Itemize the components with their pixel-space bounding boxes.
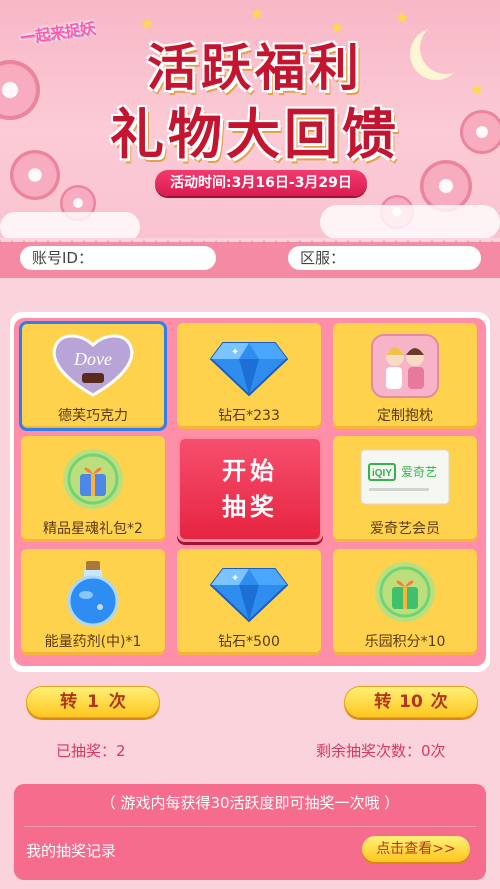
prize-label: 能量药剂(中)*1	[44, 634, 142, 650]
start-draw-line2: 抽奖	[222, 493, 278, 521]
chocolate-icon: Dove	[52, 334, 134, 397]
draw-count: 10	[399, 692, 423, 712]
gift-orb-icon	[63, 449, 123, 509]
draw-records-label: 我的抽奖记录	[26, 842, 117, 860]
draw-once-button[interactable]: 转 1 次	[26, 686, 160, 718]
prize-label: 定制抱枕	[377, 408, 433, 424]
prize-label: 爱奇艺会员	[370, 521, 440, 537]
prize-label: 德芙巧克力	[58, 408, 128, 424]
server-label: 区服：	[300, 249, 346, 267]
draw-ten-button[interactable]: 转 10 次	[344, 686, 478, 718]
prize-cell-diamond-233[interactable]: ✦ 钻石*233	[177, 323, 321, 429]
prize-cell-energy-potion[interactable]: 能量药剂(中)*1	[21, 549, 165, 655]
draw-suffix: 次	[108, 692, 126, 712]
header-banner: ★ ★ ★ ★ ★ 一起来捉妖 活跃福利 礼物大回馈 活动时间:3月16日-3月…	[0, 0, 500, 238]
account-id-label: 账号ID：	[32, 249, 93, 267]
server-field[interactable]: 区服：	[288, 246, 481, 270]
prize-cell-park-points[interactable]: 乐园积分*10	[333, 549, 477, 655]
divider	[24, 826, 476, 827]
draw-suffix: 次	[430, 692, 448, 712]
svg-text:爱奇艺: 爱奇艺	[401, 465, 437, 479]
diamond-icon: ✦	[209, 568, 289, 623]
prize-cell-iqiyi[interactable]: iQIY 爱奇艺 爱奇艺会员	[333, 436, 477, 542]
iqiyi-card-icon: iQIY 爱奇艺	[360, 449, 450, 505]
prize-label: 钻石*233	[218, 408, 280, 424]
event-title-line2: 礼物大回馈	[110, 103, 400, 166]
draw-count: 1	[87, 692, 99, 712]
draws-used-text: 已抽奖：2	[56, 742, 126, 760]
blossom-decoration	[0, 60, 40, 120]
prize-cell-pillow[interactable]: 定制抱枕	[333, 323, 477, 429]
svg-text:iQIY: iQIY	[372, 468, 392, 479]
cloud-decoration	[0, 212, 140, 238]
svg-text:✦: ✦	[231, 347, 239, 358]
points-orb-icon	[375, 562, 435, 622]
pillow-icon	[371, 334, 439, 398]
potion-icon	[67, 561, 119, 627]
draw-prefix: 转	[60, 692, 78, 712]
star-icon: ★	[470, 80, 485, 99]
star-icon: ★	[250, 4, 265, 23]
draws-remaining-text: 剩余抽奖次数：0次	[316, 742, 446, 760]
cloud-decoration	[320, 205, 500, 238]
draw-rule-notice: （ 游戏内每获得30活跃度即可抽奖一次哦 ）	[100, 794, 400, 812]
blossom-decoration	[10, 150, 60, 200]
prize-label: 钻石*500	[218, 634, 280, 650]
account-id-field[interactable]: 账号ID：	[20, 246, 216, 270]
event-date-banner: 活动时间:3月16日-3月29日	[155, 170, 367, 196]
prize-cell-chocolate[interactable]: Dove 德芙巧克力	[19, 321, 167, 431]
blossom-decoration	[460, 110, 500, 154]
svg-text:Dove: Dove	[73, 349, 112, 369]
prize-cell-soul-gift[interactable]: 精品星魂礼包*2	[21, 436, 165, 542]
start-draw-line1: 开始	[222, 457, 278, 485]
star-icon: ★	[395, 8, 410, 27]
prize-label: 乐园积分*10	[364, 634, 446, 650]
logo-text: 一起来捉妖	[19, 18, 96, 48]
prize-label: 精品星魂礼包*2	[43, 521, 143, 537]
svg-text:✦: ✦	[231, 573, 239, 584]
draw-prefix: 转	[374, 692, 392, 712]
start-draw-button[interactable]: 开始 抽奖	[177, 436, 323, 542]
prize-cell-diamond-500[interactable]: ✦ 钻石*500	[177, 549, 321, 655]
view-records-button[interactable]: 点击查看>>	[362, 836, 470, 862]
moon-icon	[420, 22, 472, 74]
diamond-icon: ✦	[209, 342, 289, 397]
